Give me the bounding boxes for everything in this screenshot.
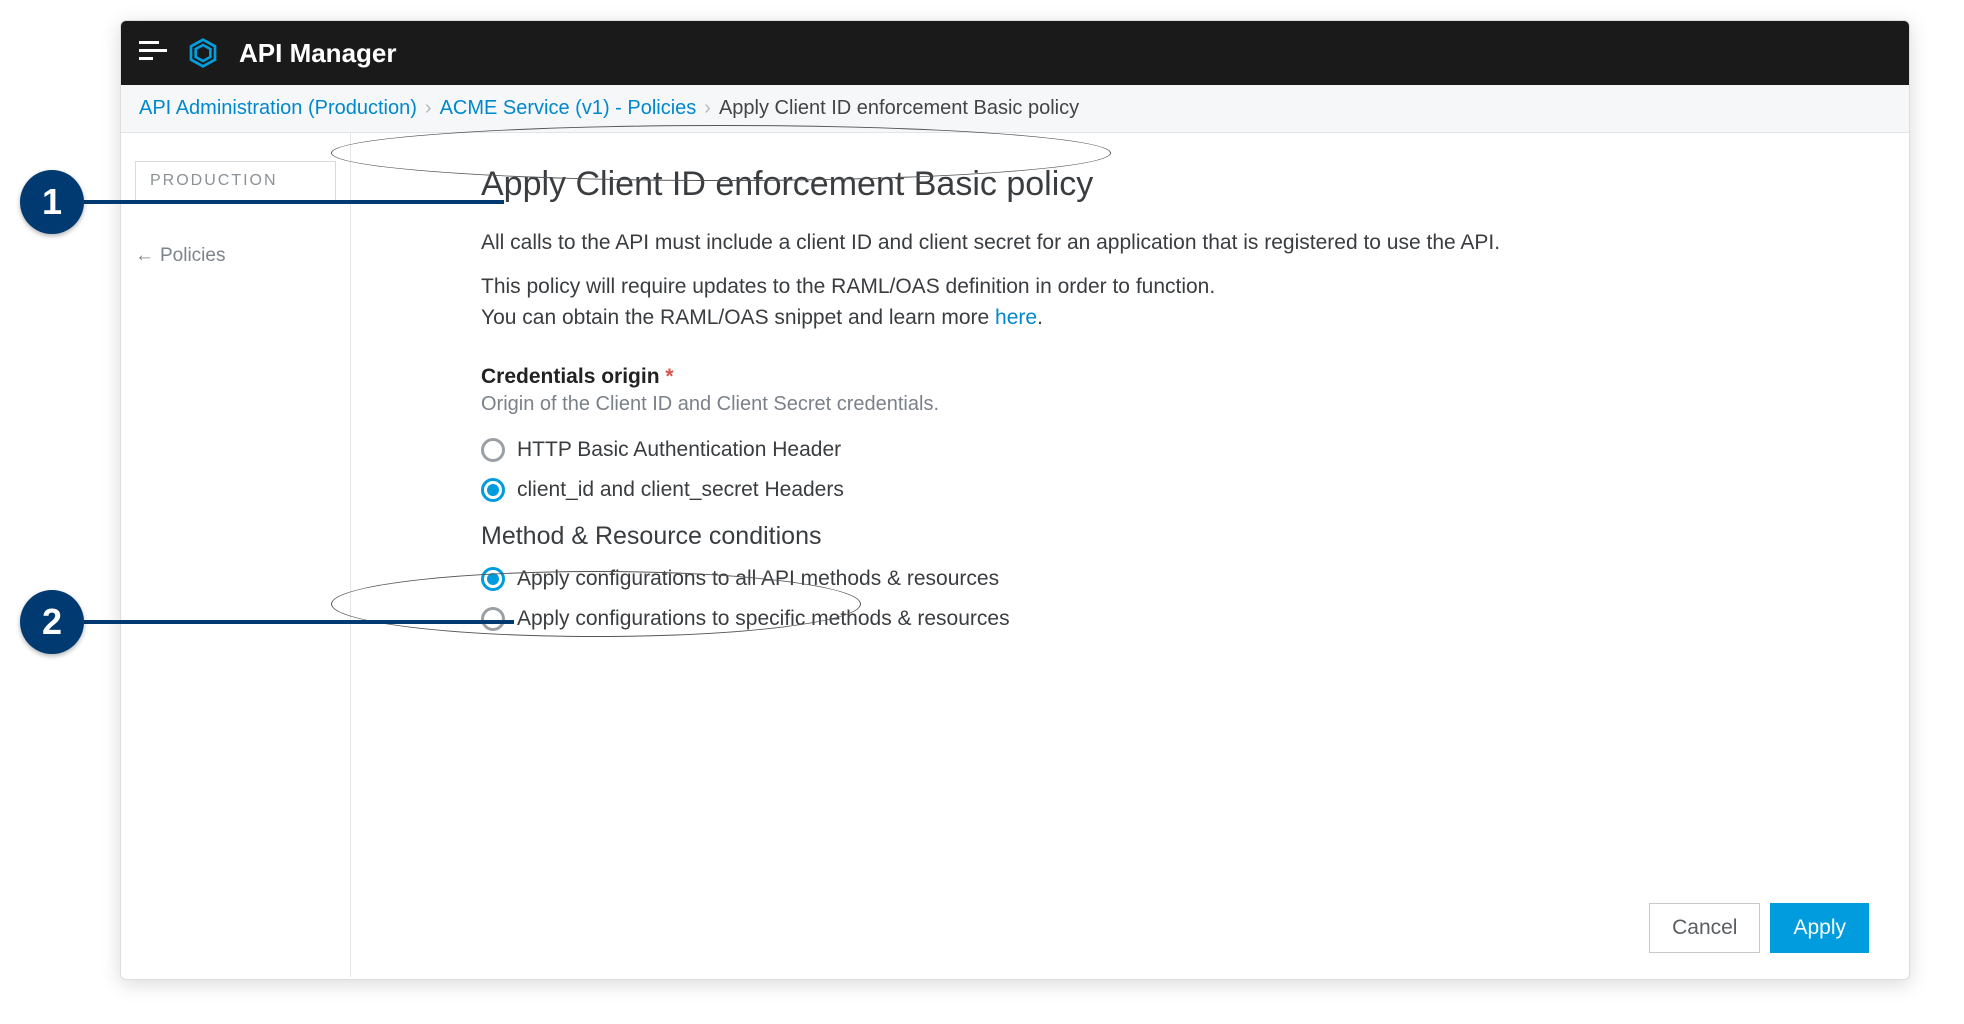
apply-button[interactable]: Apply (1770, 903, 1869, 953)
radio-icon-selected (481, 567, 505, 591)
menu-icon[interactable] (139, 41, 167, 65)
radio-apply-all-methods[interactable]: Apply configurations to all API methods … (481, 567, 1869, 591)
credentials-origin-hint: Origin of the Client ID and Client Secre… (481, 393, 1869, 416)
breadcrumb-current: Apply Client ID enforcement Basic policy (719, 97, 1079, 120)
annotation-number: 2 (42, 601, 62, 643)
app-window: API Manager API Administration (Producti… (120, 20, 1910, 980)
annotation-number: 1 (42, 181, 62, 223)
breadcrumb-separator: › (425, 97, 432, 120)
sidebar: PRODUCTION ← Policies (121, 133, 351, 977)
page-title: Apply Client ID enforcement Basic policy (481, 165, 1093, 204)
radio-apply-specific-methods[interactable]: Apply configurations to specific methods… (481, 607, 1869, 631)
content-area: PRODUCTION ← Policies Apply Client ID en… (121, 133, 1909, 977)
arrow-left-icon: ← (135, 245, 154, 267)
learn-more-link[interactable]: here (995, 306, 1037, 329)
desc-line-b: You can obtain the RAML/OAS snippet and … (481, 306, 995, 329)
back-to-policies-link[interactable]: ← Policies (135, 245, 336, 267)
footer-actions: Cancel Apply (1649, 903, 1869, 953)
mulesoft-logo-icon (187, 37, 219, 69)
radio-icon (481, 438, 505, 462)
radio-label: client_id and client_secret Headers (517, 478, 844, 502)
environment-badge[interactable]: PRODUCTION (135, 161, 336, 201)
radio-icon-selected (481, 478, 505, 502)
method-resource-heading: Method & Resource conditions (481, 522, 1869, 551)
credentials-origin-text: Credentials origin (481, 365, 660, 388)
annotation-line-1 (84, 200, 504, 204)
cancel-button[interactable]: Cancel (1649, 903, 1760, 953)
policy-description-1: All calls to the API must include a clie… (481, 228, 1869, 258)
breadcrumb-link-service[interactable]: ACME Service (v1) - Policies (440, 97, 697, 120)
breadcrumb: API Administration (Production) › ACME S… (121, 85, 1909, 133)
radio-label: Apply configurations to specific methods… (517, 607, 1010, 631)
top-bar: API Manager (121, 21, 1909, 85)
required-asterisk: * (665, 365, 673, 388)
policy-description-2: This policy will require updates to the … (481, 272, 1869, 333)
annotation-callout-1: 1 (20, 170, 84, 234)
radio-label: HTTP Basic Authentication Header (517, 438, 841, 462)
breadcrumb-separator: › (704, 97, 711, 120)
radio-label: Apply configurations to all API methods … (517, 567, 999, 591)
annotation-line-2 (84, 620, 514, 624)
breadcrumb-link-admin[interactable]: API Administration (Production) (139, 97, 417, 120)
radio-client-id-secret-headers[interactable]: client_id and client_secret Headers (481, 478, 1869, 502)
credentials-origin-label: Credentials origin * (481, 365, 1869, 389)
annotation-callout-2: 2 (20, 590, 84, 654)
back-label: Policies (160, 245, 225, 267)
radio-http-basic-auth[interactable]: HTTP Basic Authentication Header (481, 438, 1869, 462)
app-title: API Manager (239, 38, 397, 69)
desc-line-a: This policy will require updates to the … (481, 275, 1215, 298)
main-panel: Apply Client ID enforcement Basic policy… (351, 133, 1909, 977)
